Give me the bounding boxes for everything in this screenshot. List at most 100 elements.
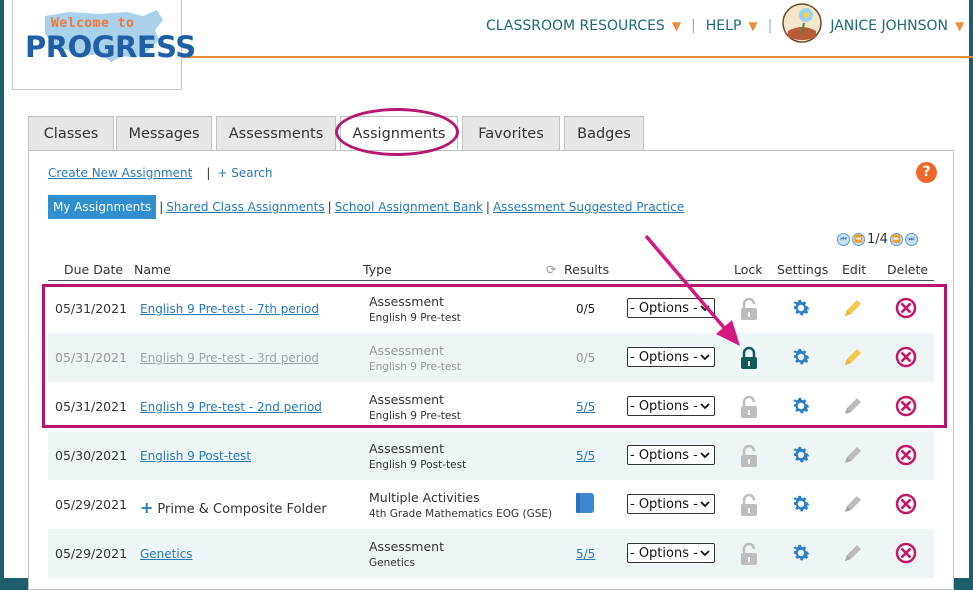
col-due-date[interactable]: Due Date [64, 262, 123, 277]
tab-assessments[interactable]: Assessments [216, 116, 336, 150]
col-type[interactable]: Type [363, 262, 392, 277]
options-dropdown[interactable]: - Options - [627, 494, 715, 514]
folder-name[interactable]: Prime & Composite Folder [157, 502, 326, 517]
delete-icon[interactable] [895, 493, 917, 515]
options-dropdown[interactable]: - Options - [627, 298, 715, 318]
search-link[interactable]: + Search [217, 166, 272, 180]
filter-suggested-practice[interactable]: Assessment Suggested Practice [493, 200, 684, 214]
col-edit: Edit [842, 262, 867, 277]
assignment-subtype: English 9 Pre-test [369, 410, 461, 422]
tab-assignments[interactable]: Assignments [340, 116, 458, 151]
assignment-name-link[interactable]: English 9 Pre-test - 2nd period [140, 400, 322, 414]
due-date: 05/30/2021 [55, 448, 128, 463]
pencil-icon[interactable] [843, 445, 863, 465]
lock-open-icon[interactable] [738, 395, 760, 419]
avatar [782, 3, 823, 43]
logo-welcome-text: Welcome to [51, 16, 135, 31]
due-date: 05/29/2021 [55, 497, 128, 512]
assignment-subtype: English 9 Post-test [369, 459, 467, 471]
delete-icon[interactable] [895, 395, 917, 417]
prev-page-icon[interactable]: ⏪ [852, 233, 865, 246]
lock-open-icon[interactable] [738, 493, 760, 517]
gear-icon[interactable] [790, 395, 812, 417]
top-navigation: CLASSROOM RESOURCES ▼ | HELP ▼ | JANICE … [486, 3, 964, 43]
options-label: - Options - [630, 349, 698, 365]
logo-progress-text: PROGRESS [25, 30, 196, 64]
logo[interactable]: Welcome to PROGRESS [12, 0, 196, 90]
results-count[interactable]: 5/5 [576, 547, 595, 561]
options-dropdown[interactable]: - Options - [627, 347, 715, 367]
tab-favorites[interactable]: Favorites [462, 116, 560, 150]
delete-icon[interactable] [895, 297, 917, 319]
assignment-type: Assessment [369, 294, 444, 309]
classroom-resources-menu[interactable]: CLASSROOM RESOURCES ▼ [486, 18, 681, 34]
caret-down-icon: ▼ [671, 19, 682, 33]
assignment-name: English 9 Pre-test - 7th period [140, 302, 319, 316]
assignment-name-link[interactable]: English 9 Pre-test - 3rd period [140, 351, 319, 365]
lock-open-icon[interactable] [738, 444, 760, 468]
create-assignment-link[interactable]: Create New Assignment [48, 166, 192, 180]
table-row: 05/30/2021 English 9 Post-test Assessment E… [48, 431, 934, 480]
expand-folder-icon[interactable]: + [140, 498, 153, 517]
pagination: ⏮ ⏪ 1/4 ⏩ ⏭ [837, 232, 918, 247]
help-icon[interactable]: ? [916, 162, 937, 183]
lock-open-icon[interactable] [738, 297, 760, 321]
results-count[interactable]: 5/5 [576, 449, 595, 463]
next-page-icon[interactable]: ⏩ [889, 233, 903, 246]
pencil-icon[interactable] [843, 298, 863, 318]
tab-label: Favorites [478, 125, 544, 142]
assignment-name: English 9 Pre-test - 2nd period [140, 400, 322, 414]
gear-icon[interactable] [790, 297, 812, 319]
last-page-icon[interactable]: ⏭ [904, 233, 918, 246]
folder-icon[interactable] [574, 491, 596, 519]
header-divider [182, 56, 973, 58]
table-row: 05/29/2021 Genetics Assessment Genetics 5/5 -… [48, 529, 934, 578]
assignment-subtype: English 9 Pre-test [369, 312, 461, 324]
results-count[interactable]: 5/5 [576, 400, 595, 414]
user-name: JANICE JOHNSON [830, 18, 949, 34]
refresh-icon[interactable]: ⟳ [546, 262, 556, 277]
assignment-name-link[interactable]: English 9 Pre-test - 7th period [140, 302, 319, 316]
options-label: - Options - [630, 398, 698, 414]
assignment-name-link[interactable]: Genetics [140, 547, 193, 561]
pencil-icon[interactable] [843, 396, 863, 416]
filter-school-assignment-bank[interactable]: School Assignment Bank [335, 200, 483, 214]
lock-open-icon[interactable] [738, 542, 760, 566]
pencil-icon[interactable] [843, 347, 863, 367]
gear-icon[interactable] [790, 493, 812, 515]
chevron-down-icon [699, 302, 711, 314]
filter-my-assignments[interactable]: My Assignments [48, 195, 157, 219]
lock-closed-icon[interactable] [738, 346, 760, 370]
assignment-name-link[interactable]: English 9 Post-test [140, 449, 251, 463]
col-name[interactable]: Name [134, 262, 171, 277]
tab-messages[interactable]: Messages [116, 116, 212, 150]
delete-icon[interactable] [895, 542, 917, 564]
chevron-down-icon [699, 498, 711, 510]
tab-label: Assignments [352, 126, 446, 142]
results-count: 0/5 [576, 302, 596, 316]
user-menu[interactable]: JANICE JOHNSON ▼ [782, 3, 964, 43]
assignment-name: English 9 Pre-test - 3rd period [140, 351, 319, 365]
options-label: - Options - [630, 300, 698, 316]
delete-icon[interactable] [895, 346, 917, 368]
options-dropdown[interactable]: - Options - [627, 543, 715, 563]
gear-icon[interactable] [790, 346, 812, 368]
pencil-icon[interactable] [843, 494, 863, 514]
first-page-icon[interactable]: ⏮ [837, 233, 850, 246]
pencil-icon[interactable] [843, 543, 863, 563]
tab-badges[interactable]: Badges [564, 116, 644, 150]
options-dropdown[interactable]: - Options - [627, 445, 715, 465]
options-dropdown[interactable]: - Options - [627, 396, 715, 416]
col-lock: Lock [734, 262, 763, 277]
gear-icon[interactable] [790, 542, 812, 564]
assignment-subtype: 4th Grade Mathematics EOG (GSE) [369, 508, 553, 520]
nav-separator: | [767, 18, 773, 34]
chevron-down-icon [699, 449, 711, 461]
filter-shared-class-assignments[interactable]: Shared Class Assignments [166, 200, 324, 214]
table-header: Due Date Name Type ⟳ Results Lock Settin… [48, 262, 934, 281]
delete-icon[interactable] [895, 444, 917, 466]
help-menu[interactable]: HELP ▼ [706, 18, 758, 34]
gear-icon[interactable] [790, 444, 812, 466]
assignment-subtype: Genetics [369, 557, 415, 569]
tab-classes[interactable]: Classes [28, 116, 114, 150]
